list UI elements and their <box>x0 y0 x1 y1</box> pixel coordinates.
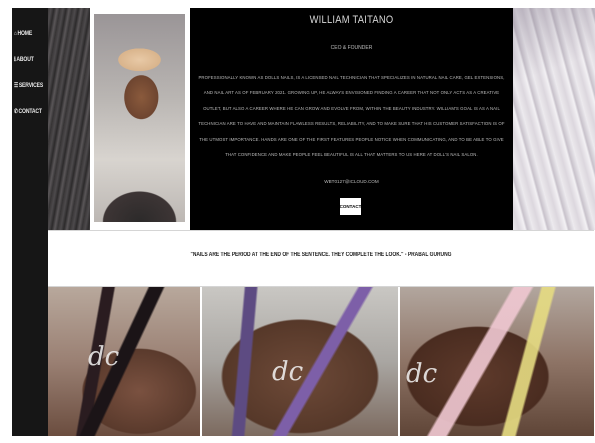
profile-bio: PROFESSIONALLY KNOWN AS DOLLS NAILS, IS … <box>198 75 505 158</box>
gallery-watermark: dc <box>406 359 438 389</box>
marble-background-left <box>48 8 90 230</box>
quote-text: "NAILS ARE THE PERIOD AT THE END OF THE … <box>190 252 452 258</box>
gallery-image-3[interactable]: dc <box>400 287 594 436</box>
nav-label-services: SERVICES <box>18 82 44 89</box>
phone-icon: ✆ <box>14 109 18 115</box>
sidebar-nav: ⌂HOME ℹABOUT ☰SERVICES ✆CONTACT <box>12 8 48 436</box>
nav-item-home[interactable]: ⌂HOME <box>14 30 32 37</box>
nav-item-contact[interactable]: ✆CONTACT <box>14 108 42 115</box>
profile-name: WILLIAM TAITANO <box>309 14 394 26</box>
contact-button[interactable]: CONTACT <box>340 198 361 215</box>
marble-background-right <box>513 8 595 230</box>
nav-label-about: ABOUT <box>16 56 34 63</box>
about-panel: WILLIAM TAITANO CEO & FOUNDER PROFESSION… <box>190 8 513 230</box>
nav-label-contact: CONTACT <box>18 108 42 115</box>
gallery-watermark: dc <box>272 357 304 387</box>
nav-label-home: HOME <box>17 30 33 37</box>
gallery-image-2[interactable]: dc <box>202 287 398 436</box>
quote-banner: "NAILS ARE THE PERIOD AT THE END OF THE … <box>48 230 594 287</box>
profile-email[interactable]: WBT0127@ICLOUD.COM <box>190 179 513 184</box>
profile-role: CEO & FOUNDER <box>330 45 373 51</box>
gallery-watermark: dc <box>88 342 120 372</box>
nav-item-services[interactable]: ☰SERVICES <box>14 82 43 89</box>
services-icon: ☰ <box>14 83 19 89</box>
profile-photo <box>94 14 185 222</box>
nav-item-about[interactable]: ℹABOUT <box>14 56 34 63</box>
gallery-image-1[interactable]: dc <box>48 287 200 436</box>
